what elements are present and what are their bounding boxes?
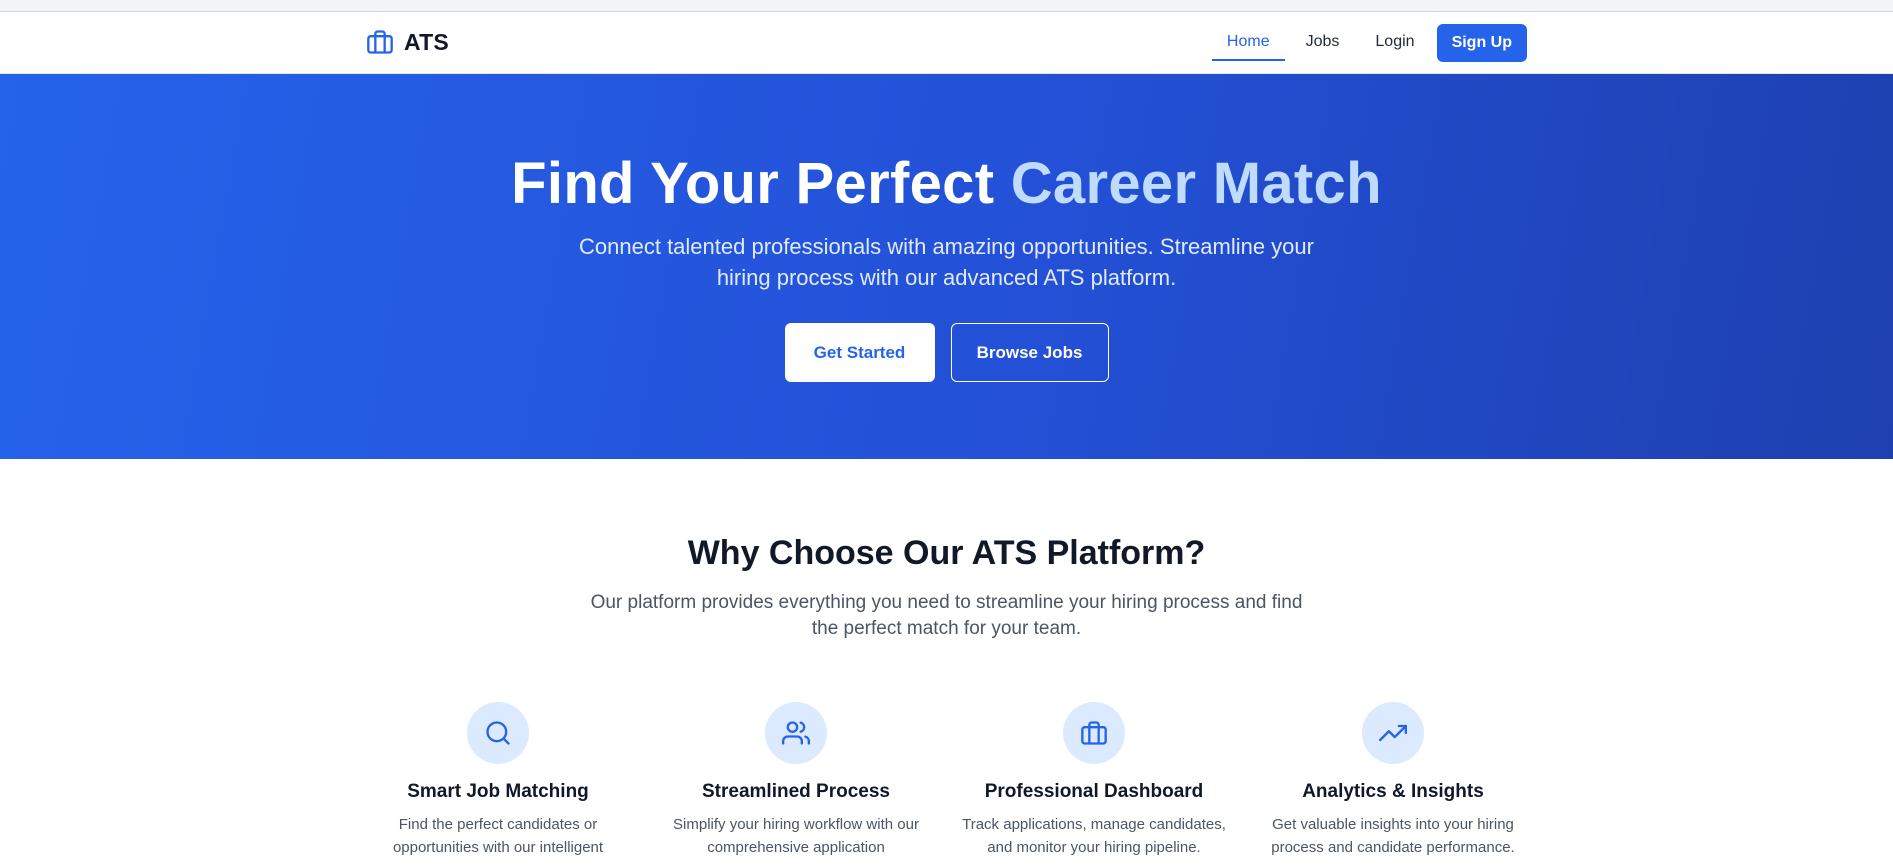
feature-title: Streamlined Process xyxy=(702,781,890,802)
nav-link-login[interactable]: Login xyxy=(1357,23,1432,63)
briefcase-icon xyxy=(1063,702,1125,764)
feature-description: Simplify your hiring workflow with our c… xyxy=(673,816,919,856)
features-subtitle: Our platform provides everything you nee… xyxy=(590,592,1303,639)
feature-description: Track applications, manage candidates, a… xyxy=(962,816,1226,856)
nav-link-jobs[interactable]: Jobs xyxy=(1288,23,1358,63)
feature-card-analytics: Analytics & Insights Get valuable insigh… xyxy=(1248,702,1538,859)
hero-buttons: Get Started Browse Jobs xyxy=(0,323,1893,382)
feature-title: Analytics & Insights xyxy=(1302,781,1484,802)
brand-logo[interactable]: ATS xyxy=(366,28,449,56)
features-title: Why Choose Our ATS Platform? xyxy=(687,534,1206,572)
hero-subtitle: Connect talented professionals with amaz… xyxy=(579,234,1314,290)
feature-description: Get valuable insights into your hiring p… xyxy=(1271,816,1515,856)
hero-title-main: Find Your Perfect xyxy=(511,151,1011,216)
brand-name: ATS xyxy=(404,28,449,55)
briefcase-icon xyxy=(366,28,394,56)
feature-card-smart-matching: Smart Job Matching Find the perfect cand… xyxy=(353,702,643,859)
hero-title: Find Your Perfect Career Match xyxy=(0,150,1893,217)
search-icon xyxy=(467,702,529,764)
browser-top-edge xyxy=(0,0,1893,12)
feature-description: Find the perfect candidates or opportuni… xyxy=(392,816,604,856)
feature-title: Professional Dashboard xyxy=(984,781,1204,802)
feature-card-streamlined-process: Streamlined Process Simplify your hiring… xyxy=(651,702,941,859)
trending-up-icon xyxy=(1362,702,1424,764)
hero-section: Find Your Perfect Career Match Connect t… xyxy=(0,74,1893,459)
get-started-button[interactable]: Get Started xyxy=(784,323,935,382)
browse-jobs-button[interactable]: Browse Jobs xyxy=(950,323,1109,382)
nav-link-home[interactable]: Home xyxy=(1209,23,1288,63)
users-icon xyxy=(765,702,827,764)
navbar: ATS Home Jobs Login Sign Up xyxy=(0,12,1893,74)
hero-title-accent: Career Match xyxy=(1010,151,1382,216)
signup-button[interactable]: Sign Up xyxy=(1436,24,1527,62)
nav-links: Home Jobs Login Sign Up xyxy=(1209,23,1527,63)
feature-title: Smart Job Matching xyxy=(407,781,589,802)
feature-card-professional-dashboard: Professional Dashboard Track application… xyxy=(949,702,1239,859)
